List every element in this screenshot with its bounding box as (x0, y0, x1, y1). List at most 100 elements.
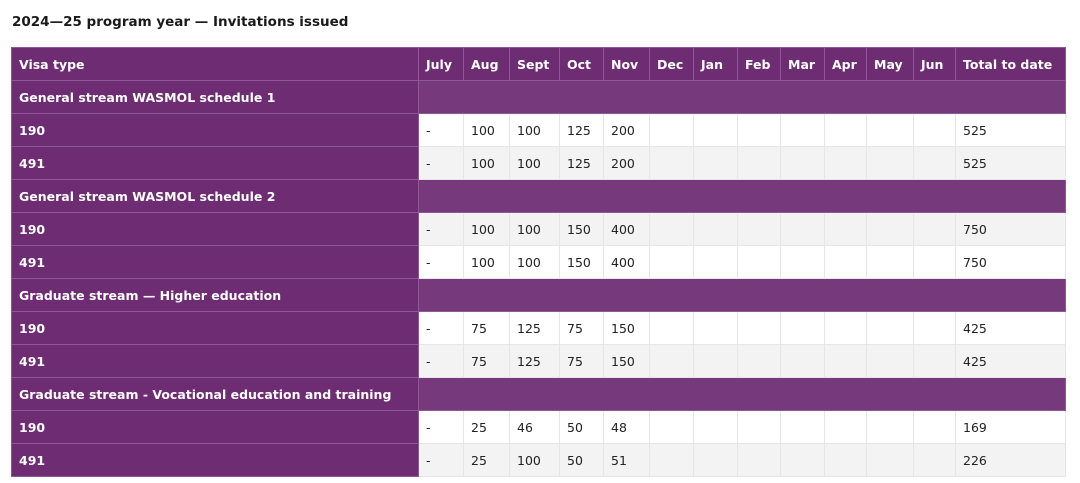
month-cell-sept: 100 (509, 146, 560, 180)
month-cell-nov: 48 (603, 410, 650, 444)
month-cell-dec (649, 245, 694, 279)
table-body: General stream WASMOL schedule 1 190-100 1… (11, 80, 1066, 477)
column-header-total-to-date: Total to date (955, 47, 1066, 81)
month-cell-aug: 100 (463, 212, 510, 246)
month-cell-jan (693, 410, 738, 444)
total-to-date-cell: 750 (955, 245, 1066, 279)
month-cell-sept: 46 (509, 410, 560, 444)
total-to-date-cell: 425 (955, 344, 1066, 378)
section-fill (418, 179, 1066, 213)
month-cell-oct: 50 (559, 443, 604, 477)
month-cell-may (866, 443, 914, 477)
month-cell-aug: 25 (463, 410, 510, 444)
section-title: General stream WASMOL schedule 2 (11, 179, 419, 213)
column-header-oct: Oct (559, 47, 604, 81)
section-row: Graduate stream — Higher education (11, 278, 1066, 312)
month-cell-july: - (418, 146, 464, 180)
table-row: 190-100 100 125 200 525 (11, 113, 1066, 147)
section-row: Graduate stream - Vocational education a… (11, 377, 1066, 411)
month-cell-sept: 125 (509, 344, 560, 378)
month-cell-aug: 25 (463, 443, 510, 477)
column-header-visa-type: Visa type (11, 47, 419, 81)
column-header-dec: Dec (649, 47, 694, 81)
month-cell-jan (693, 113, 738, 147)
month-cell-oct: 150 (559, 212, 604, 246)
total-to-date-cell: 525 (955, 113, 1066, 147)
month-cell-may (866, 245, 914, 279)
month-cell-nov: 51 (603, 443, 650, 477)
month-cell-sept: 125 (509, 311, 560, 345)
month-cell-apr (824, 212, 867, 246)
month-cell-oct: 150 (559, 245, 604, 279)
invitations-table: Visa type July Aug Sept Oct Nov Dec Jan Feb Mar Ap… (11, 47, 1066, 477)
month-cell-jan (693, 344, 738, 378)
table-row: 491-25 100 50 51 226 (11, 443, 1066, 477)
month-cell-nov: 400 (603, 245, 650, 279)
month-cell-jan (693, 146, 738, 180)
month-cell-jun (913, 410, 956, 444)
month-cell-july: - (418, 113, 464, 147)
table-row: 491-100 100 125 200 525 (11, 146, 1066, 180)
column-header-feb: Feb (737, 47, 781, 81)
table-row: 491-75 125 75 150 425 (11, 344, 1066, 378)
total-to-date-cell: 425 (955, 311, 1066, 345)
table-header-row: Visa type July Aug Sept Oct Nov Dec Jan Feb Mar Ap… (11, 47, 1066, 81)
month-cell-nov: 150 (603, 344, 650, 378)
month-cell-july: - (418, 344, 464, 378)
column-header-jan: Jan (693, 47, 738, 81)
month-cell-jun (913, 113, 956, 147)
month-cell-dec (649, 410, 694, 444)
visa-type-cell: 491 (11, 146, 419, 180)
visa-type-cell: 491 (11, 344, 419, 378)
month-cell-aug: 100 (463, 146, 510, 180)
month-cell-oct: 125 (559, 146, 604, 180)
column-header-july: July (418, 47, 464, 81)
section-row: General stream WASMOL schedule 1 (11, 80, 1066, 114)
total-to-date-cell: 750 (955, 212, 1066, 246)
month-cell-mar (780, 311, 825, 345)
month-cell-oct: 125 (559, 113, 604, 147)
visa-type-cell: 491 (11, 245, 419, 279)
month-cell-dec (649, 344, 694, 378)
table-row: 491-100 100 150 400 750 (11, 245, 1066, 279)
month-cell-dec (649, 311, 694, 345)
month-cell-oct: 75 (559, 344, 604, 378)
month-cell-feb (737, 410, 781, 444)
visa-type-cell: 190 (11, 212, 419, 246)
month-cell-apr (824, 311, 867, 345)
month-cell-july: - (418, 311, 464, 345)
month-cell-july: - (418, 443, 464, 477)
month-cell-may (866, 212, 914, 246)
month-cell-jan (693, 311, 738, 345)
month-cell-may (866, 113, 914, 147)
column-header-nov: Nov (603, 47, 650, 81)
month-cell-may (866, 344, 914, 378)
section-title: Graduate stream - Vocational education a… (11, 377, 419, 411)
month-cell-oct: 50 (559, 410, 604, 444)
column-header-may: May (866, 47, 914, 81)
column-header-jun: Jun (913, 47, 956, 81)
month-cell-dec (649, 212, 694, 246)
month-cell-may (866, 311, 914, 345)
total-to-date-cell: 226 (955, 443, 1066, 477)
month-cell-july: - (418, 410, 464, 444)
section-title: Graduate stream — Higher education (11, 278, 419, 312)
column-header-mar: Mar (780, 47, 825, 81)
month-cell-mar (780, 245, 825, 279)
month-cell-mar (780, 344, 825, 378)
month-cell-jun (913, 344, 956, 378)
month-cell-sept: 100 (509, 212, 560, 246)
month-cell-nov: 200 (603, 113, 650, 147)
month-cell-july: - (418, 245, 464, 279)
month-cell-mar (780, 146, 825, 180)
visa-type-cell: 190 (11, 113, 419, 147)
section-title: General stream WASMOL schedule 1 (11, 80, 419, 114)
section-fill (418, 377, 1066, 411)
month-cell-feb (737, 212, 781, 246)
section-fill (418, 80, 1066, 114)
month-cell-nov: 200 (603, 146, 650, 180)
month-cell-mar (780, 212, 825, 246)
visa-type-cell: 190 (11, 410, 419, 444)
month-cell-sept: 100 (509, 443, 560, 477)
month-cell-mar (780, 443, 825, 477)
